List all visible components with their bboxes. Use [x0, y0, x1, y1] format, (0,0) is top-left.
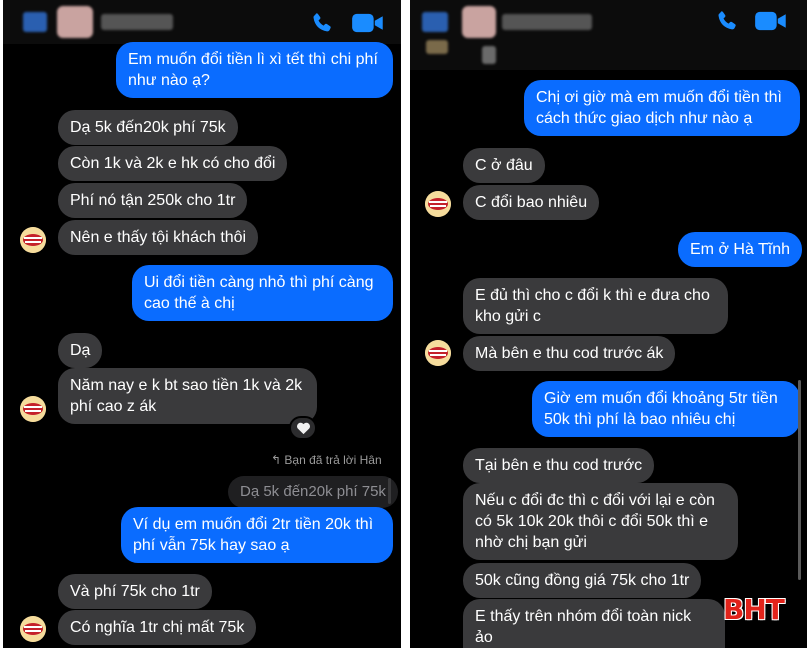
reply-note-text: Bạn đã trả lời Hân	[284, 453, 382, 467]
message-bubble-incoming: Và phí 75k cho 1tr	[58, 574, 212, 609]
message-bubble-outgoing: Ví dụ em muốn đổi 2tr tiền 20k thì phí v…	[121, 507, 393, 563]
message-bubble-outgoing: Ui đổi tiền càng nhỏ thì phí càng cao th…	[132, 265, 393, 321]
message-bubble-incoming: Mà bên e thu cod trước ák	[463, 336, 676, 371]
message-bubble-incoming: Dạ 5k đến20k phí 75k	[58, 110, 238, 145]
contact-name[interactable]	[502, 14, 592, 30]
sender-avatar[interactable]	[20, 396, 46, 422]
back-icon[interactable]	[23, 12, 47, 32]
reply-note: ↰ Bạn đã trả lời Hân	[271, 453, 382, 467]
message-bubble-incoming: C đổi bao nhiêu	[463, 185, 600, 220]
message-bubble-incoming: Nếu c đổi đc thì c đổi với lại e còn có …	[463, 483, 738, 560]
chat-panel-right: Chị ơi giờ mà em muốn đổi tiền thì cách …	[410, 0, 807, 648]
message-bubble-incoming: E thấy trên nhóm đổi toàn nick ảo k àk	[463, 599, 725, 648]
quoted-divider	[388, 478, 391, 504]
sender-avatar[interactable]	[20, 227, 46, 253]
heart-reaction-icon[interactable]	[289, 416, 317, 440]
quoted-message[interactable]: Dạ 5k đến20k phí 75k	[228, 476, 398, 508]
avatar[interactable]	[57, 6, 93, 38]
message-bubble-incoming: Phí nó tận 250k cho 1tr	[58, 183, 248, 218]
sender-avatar[interactable]	[425, 191, 451, 217]
back-icon[interactable]	[422, 12, 448, 32]
chat-header	[3, 0, 401, 44]
message-bubble-incoming: Năm nay e k bt sao tiền 1k và 2k phí cao…	[58, 368, 317, 424]
blurred-sticker	[482, 46, 496, 64]
message-bubble-incoming: 50k cũng đồng giá 75k cho 1tr	[463, 563, 702, 598]
sender-avatar[interactable]	[20, 616, 46, 642]
video-camera-icon[interactable]	[351, 10, 385, 36]
avatar[interactable]	[462, 6, 496, 38]
message-bubble-outgoing: Chị ơi giờ mà em muốn đổi tiền thì cách …	[524, 80, 800, 136]
watermark-logo: BHT	[723, 593, 785, 626]
message-bubble-incoming: Còn 1k và 2k e hk có cho đổi	[58, 146, 288, 181]
message-bubble-incoming: Nên e thấy tội khách thôi	[58, 220, 259, 255]
chat-panel-left: Em muốn đổi tiền lì xì tết thì chi phí n…	[3, 0, 401, 648]
phone-icon[interactable]	[712, 8, 742, 34]
message-bubble-incoming: Dạ	[58, 333, 103, 368]
phone-icon[interactable]	[307, 10, 337, 36]
video-camera-icon[interactable]	[754, 8, 788, 34]
message-bubble-incoming: E đủ thì cho c đổi k thì e đưa cho kho g…	[463, 278, 728, 334]
message-bubble-outgoing: Em ở Hà Tĩnh	[678, 232, 803, 267]
blurred-sticker	[426, 40, 448, 54]
message-bubble-incoming: C ở đâu	[463, 148, 545, 183]
message-bubble-incoming: Tại bên e thu cod trước	[463, 448, 655, 483]
sender-avatar[interactable]	[425, 340, 451, 366]
message-bubble-outgoing: Em muốn đổi tiền lì xì tết thì chi phí n…	[116, 42, 393, 98]
message-bubble-incoming: Có nghĩa 1tr chị mất 75k	[58, 610, 257, 645]
scrollbar[interactable]	[798, 380, 801, 580]
reply-arrow-icon: ↰	[271, 453, 285, 467]
chat-header	[410, 0, 807, 70]
message-bubble-outgoing: Giờ em muốn đổi khoảng 5tr tiền 50k thì …	[532, 381, 800, 437]
contact-name[interactable]	[101, 14, 173, 30]
